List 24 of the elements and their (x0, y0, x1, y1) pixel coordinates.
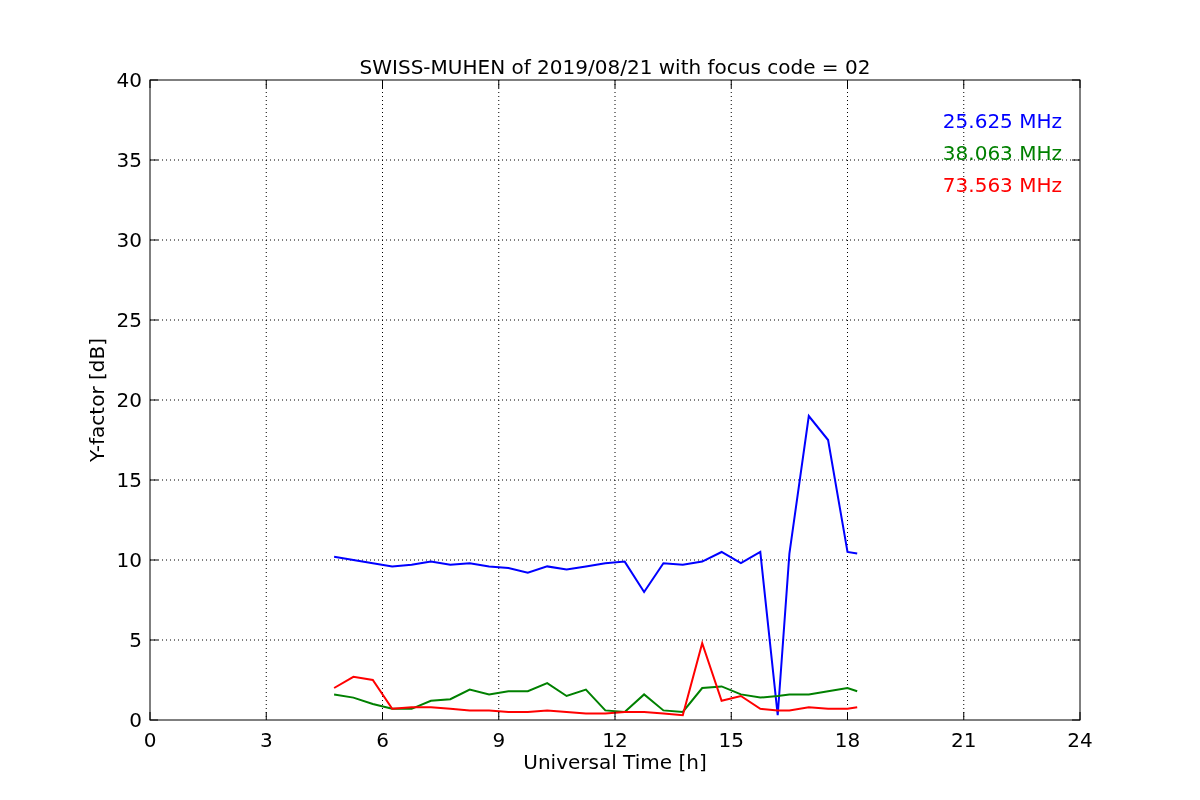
y-tick-label: 20 (116, 388, 142, 412)
x-tick-label: 18 (834, 728, 861, 752)
y-tick-label: 5 (129, 628, 142, 652)
x-axis-label: Universal Time [h] (523, 750, 707, 774)
x-tick-label: 24 (1067, 728, 1093, 752)
y-axis-label: Y-factor [dB] (85, 338, 109, 462)
y-tick-label: 40 (116, 68, 142, 92)
x-tick-label: 12 (602, 728, 628, 752)
legend-label: 25.625 MHz (942, 109, 1062, 133)
y-tick-label: 30 (116, 228, 142, 252)
y-tick-label: 35 (116, 148, 142, 172)
x-tick-label: 0 (143, 728, 157, 752)
y-tick-label: 25 (116, 308, 142, 332)
y-tick-label: 0 (129, 708, 142, 732)
chart-title: SWISS-MUHEN of 2019/08/21 with focus code = 02 (359, 55, 871, 79)
y-tick-label: 10 (116, 548, 142, 572)
y-tick-label: 15 (116, 468, 142, 492)
legend-label: 73.563 MHz (942, 173, 1062, 197)
x-tick-label: 9 (492, 728, 506, 752)
x-tick-label: 15 (718, 728, 744, 752)
x-tick-label: 3 (259, 728, 273, 752)
legend-label: 38.063 MHz (942, 141, 1062, 165)
x-tick-label: 6 (376, 728, 389, 752)
x-tick-label: 21 (951, 728, 977, 752)
